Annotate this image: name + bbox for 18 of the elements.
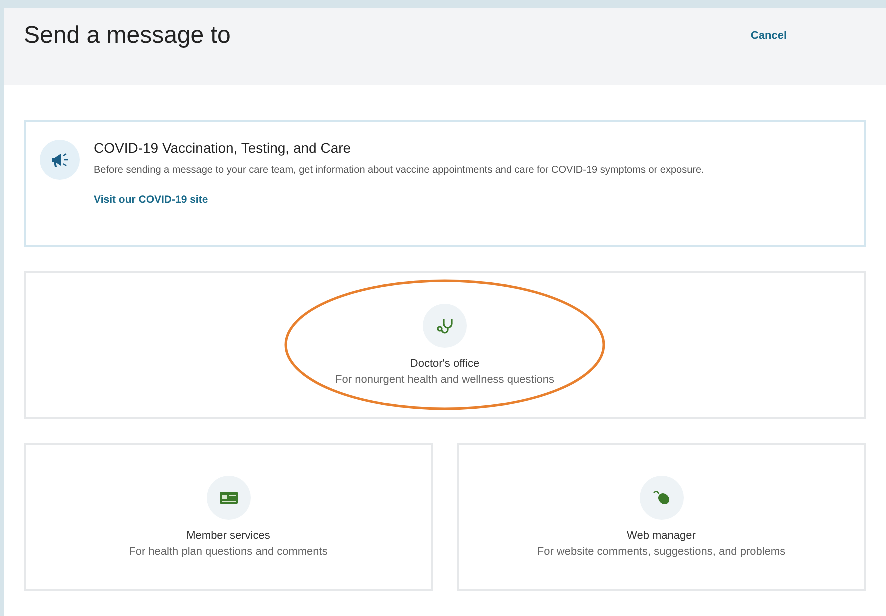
option-title: Doctor's office [410, 358, 480, 370]
option-title: Web manager [627, 530, 696, 542]
cancel-link[interactable]: Cancel [750, 30, 787, 42]
option-subtitle: For website comments, suggestions, and problems [537, 546, 786, 558]
option-card[interactable]: Member services For health plan questions and comments [24, 443, 433, 591]
megaphone-icon [40, 140, 80, 180]
id-card-icon [220, 492, 238, 504]
option-title: Member services [186, 530, 270, 542]
option-subtitle: For nonurgent health and wellness questions [336, 374, 554, 386]
option-card[interactable]: Web manager For website comments, suggestions, and problems [457, 443, 866, 591]
banner-title: COVID-19 Vaccination, Testing, and Care [94, 140, 352, 156]
mouse-icon [652, 490, 670, 506]
banner-text: Before sending a message to your care team, get information about vaccine appointments and care for COVID-19 symptoms or exposure. [94, 164, 704, 178]
option-subtitle: For health plan questions and comments [129, 546, 328, 558]
covid-site-link[interactable]: Visit our COVID-19 site [94, 194, 208, 206]
stethoscope-icon [435, 316, 455, 336]
option-card[interactable]: Doctor's office For nonurgent health and wellness questions [24, 271, 866, 419]
page-title: Send a message to [24, 22, 231, 50]
